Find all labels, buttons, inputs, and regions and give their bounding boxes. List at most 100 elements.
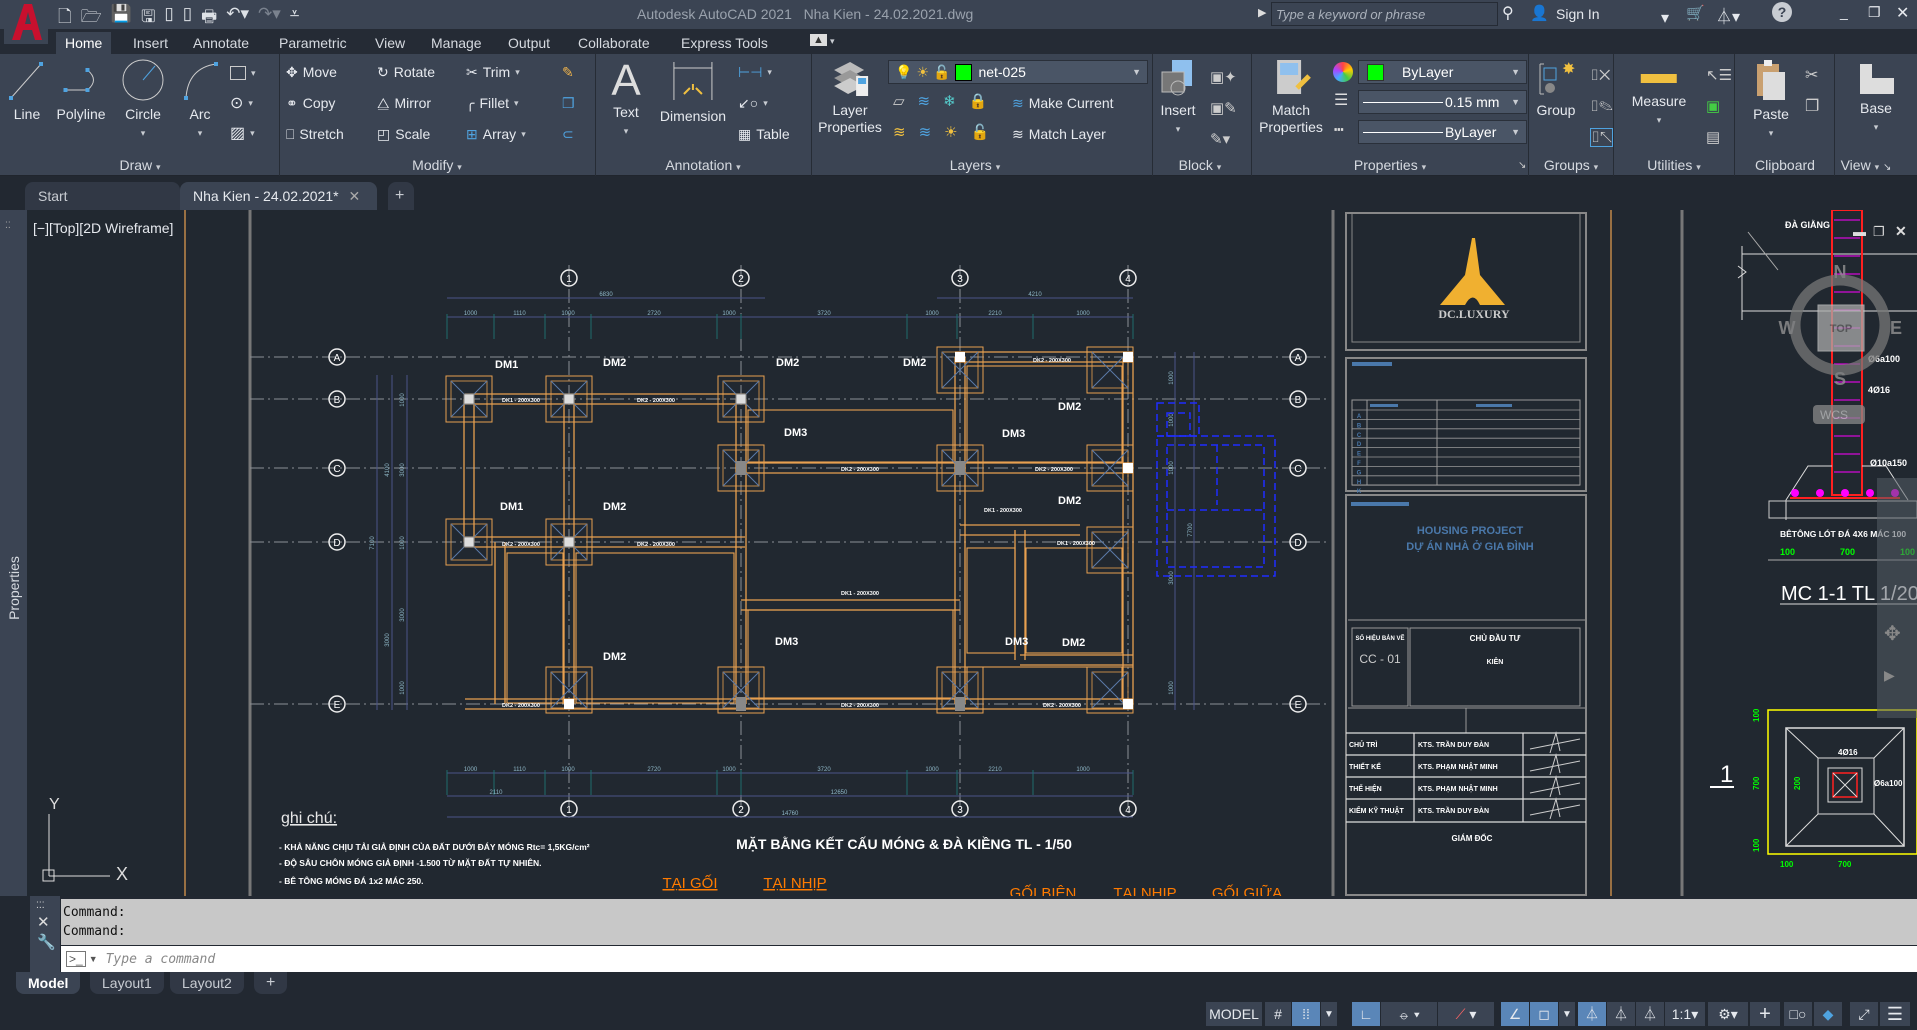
- hardware-acceleration-button[interactable]: ◆: [1814, 1002, 1842, 1026]
- draw-panel-label[interactable]: Draw ▾: [119, 157, 160, 173]
- tab-view[interactable]: View: [366, 32, 414, 54]
- make-current-button[interactable]: ≋ Make Current: [1012, 92, 1114, 114]
- tab-start[interactable]: Start: [25, 182, 180, 210]
- drawing-svg[interactable]: 1 1 2 2 3 3 4 4 A A B B C C D D E E 1000 1110 1000 2720 1000 3…: [27, 210, 1917, 896]
- close-button[interactable]: ✕: [1896, 3, 1909, 23]
- paste-button[interactable]: Paste ▾: [1753, 58, 1789, 142]
- command-prompt-icon[interactable]: >_: [66, 951, 86, 967]
- pan-icon[interactable]: ✥: [1884, 623, 1901, 645]
- tab-model[interactable]: Model: [16, 972, 81, 994]
- tab-drawing[interactable]: Nha Kien - 24.02.2021* ✕: [180, 182, 377, 210]
- quick-select-icon[interactable]: ↖☰: [1706, 67, 1732, 84]
- annotation-visibility-toggle[interactable]: ⏃: [1578, 1002, 1606, 1026]
- object-snap-dropdown[interactable]: ▼: [1559, 1002, 1575, 1026]
- command-input[interactable]: >_ ▼ Type a command: [61, 946, 1917, 972]
- color-dropdown[interactable]: ByLayer ▼: [1358, 60, 1527, 84]
- tab-output[interactable]: Output: [499, 32, 559, 54]
- edit-block-icon[interactable]: ▣✎: [1210, 100, 1237, 117]
- polar-toggle[interactable]: ⦵ ▾: [1381, 1002, 1437, 1026]
- select-all-icon[interactable]: ▣: [1706, 98, 1720, 115]
- customize-command-icon[interactable]: 🔧: [37, 933, 60, 951]
- command-grip-icon[interactable]: ⁚⁚⁚: [36, 900, 60, 911]
- explode-button[interactable]: ❒: [562, 92, 575, 114]
- fillet-button[interactable]: ╭ Fillet ▾: [466, 92, 519, 114]
- layer-thaw-icon[interactable]: ☀: [916, 64, 929, 81]
- linear-dimension-button[interactable]: ⊢⊣ ▾: [738, 61, 772, 83]
- search-input[interactable]: Type a keyword or phrase: [1271, 2, 1498, 26]
- tab-home[interactable]: Home: [56, 32, 112, 54]
- tab-insert[interactable]: Insert: [124, 32, 177, 54]
- snap-toggle[interactable]: ⁞⁞: [1292, 1002, 1320, 1026]
- cut-icon[interactable]: ✂: [1805, 67, 1818, 84]
- navigation-bar[interactable]: [1877, 478, 1917, 718]
- showmotion-icon[interactable]: ▶: [1884, 667, 1895, 683]
- tab-layout1[interactable]: Layout1: [90, 972, 164, 994]
- layer-freeze-icon[interactable]: ❄: [943, 92, 956, 110]
- clean-screen-button[interactable]: ⤢: [1850, 1002, 1878, 1026]
- layer-isolate-icon[interactable]: ≋: [918, 92, 931, 110]
- linetype-dropdown[interactable]: ByLayer ▼: [1358, 120, 1527, 144]
- layer-properties-button[interactable]: Layer Properties: [818, 58, 882, 136]
- erase-button[interactable]: ✎: [562, 61, 574, 83]
- copy-clip-icon[interactable]: ❐: [1805, 98, 1819, 115]
- calculator-icon[interactable]: ▤: [1706, 129, 1720, 146]
- layer-on-icon[interactable]: 💡: [895, 64, 912, 81]
- clipboard-panel-label[interactable]: Clipboard: [1755, 157, 1815, 173]
- viewport-controls[interactable]: [−][Top][2D Wireframe]: [33, 220, 173, 236]
- block-panel-label[interactable]: Block ▾: [1179, 157, 1222, 173]
- layer-off-icon[interactable]: ▱: [893, 92, 905, 110]
- customization-menu-button[interactable]: ☰: [1880, 1002, 1910, 1026]
- viewport-restore[interactable]: ❐: [1873, 224, 1885, 239]
- create-block-icon[interactable]: ▣✦: [1210, 69, 1237, 86]
- modify-panel-label[interactable]: Modify ▾: [412, 157, 462, 173]
- properties-launcher-icon[interactable]: ↘: [1518, 160, 1526, 171]
- groups-panel-label[interactable]: Groups ▾: [1544, 157, 1598, 173]
- table-button[interactable]: ▦ Table: [738, 123, 790, 145]
- tab-parametric[interactable]: Parametric: [270, 32, 356, 54]
- tab-layout2[interactable]: Layout2: [170, 972, 244, 994]
- annotation-panel-label[interactable]: Annotation ▾: [665, 157, 740, 173]
- trim-button[interactable]: ✂ Trim ▾: [466, 61, 520, 83]
- tab-annotate[interactable]: Annotate: [184, 32, 258, 54]
- new-tab-button[interactable]: +: [388, 182, 414, 210]
- group-edit-icon[interactable]: ⌷✎: [1590, 98, 1613, 115]
- object-snap-toggle[interactable]: ◻: [1530, 1002, 1558, 1026]
- view-panel-label[interactable]: View ▾ ↘: [1841, 157, 1892, 173]
- close-tab-icon[interactable]: ✕: [348, 188, 360, 204]
- lineweight-dropdown[interactable]: 0.15 mm ▼: [1358, 90, 1527, 114]
- model-space-button[interactable]: MODEL: [1206, 1002, 1262, 1026]
- grid-toggle[interactable]: #: [1265, 1002, 1291, 1026]
- match-layer-button[interactable]: ≋ Match Layer: [1012, 123, 1106, 145]
- autodesk-a360-icon[interactable]: ⏃▾: [1716, 3, 1740, 27]
- sign-in-button[interactable]: Sign In: [1556, 6, 1600, 22]
- workspace-switch[interactable]: ⚙ ▾: [1708, 1002, 1748, 1026]
- utilities-panel-label[interactable]: Utilities ▾: [1647, 157, 1701, 173]
- close-command-icon[interactable]: ✕: [37, 913, 60, 931]
- copy-button[interactable]: ⚭ Copy: [286, 92, 335, 114]
- layers-panel-label[interactable]: Layers ▾: [950, 157, 1000, 173]
- tab-express-tools[interactable]: Express Tools: [672, 32, 777, 54]
- properties-panel-label[interactable]: Properties ▾: [1354, 157, 1426, 173]
- app-menu-button[interactable]: [4, 0, 48, 44]
- insert-block-button[interactable]: Insert ▾: [1158, 58, 1198, 138]
- viewport-close[interactable]: ✕: [1895, 223, 1907, 239]
- base-view-button[interactable]: Base ▾: [1856, 60, 1896, 136]
- tab-collaborate[interactable]: Collaborate: [569, 32, 659, 54]
- drawing-canvas[interactable]: 1 1 2 2 3 3 4 4 A A B B C C D D E E 1000 1110 1000 2720 1000 3…: [27, 210, 1917, 896]
- layer-on-all-icon[interactable]: ≋: [893, 123, 906, 141]
- arc-button[interactable]: Arc ▾: [180, 60, 220, 142]
- annotation-scale-dropdown[interactable]: 1:1 ▾: [1665, 1002, 1705, 1026]
- layer-dropdown[interactable]: 💡 ☀ 🔓 net-025 ▼: [888, 60, 1148, 84]
- isolate-objects-button[interactable]: □○: [1784, 1002, 1812, 1026]
- scale-button[interactable]: ◰ Scale: [377, 123, 430, 145]
- restore-button[interactable]: ❐: [1868, 4, 1881, 21]
- group-button[interactable]: ✸ Group: [1536, 58, 1576, 119]
- offset-button[interactable]: ⊂: [562, 123, 574, 145]
- cart-icon[interactable]: 🛒: [1686, 4, 1705, 22]
- ungroup-icon[interactable]: ⌷✕: [1590, 67, 1610, 84]
- dimension-button[interactable]: Dimension: [660, 60, 726, 125]
- annotation-monitor-button[interactable]: +: [1750, 1002, 1780, 1026]
- snap-dropdown[interactable]: ▼: [1321, 1002, 1337, 1026]
- layer-unisolate-icon[interactable]: ≋: [919, 123, 932, 141]
- circle-button[interactable]: Circle ▾: [121, 58, 165, 142]
